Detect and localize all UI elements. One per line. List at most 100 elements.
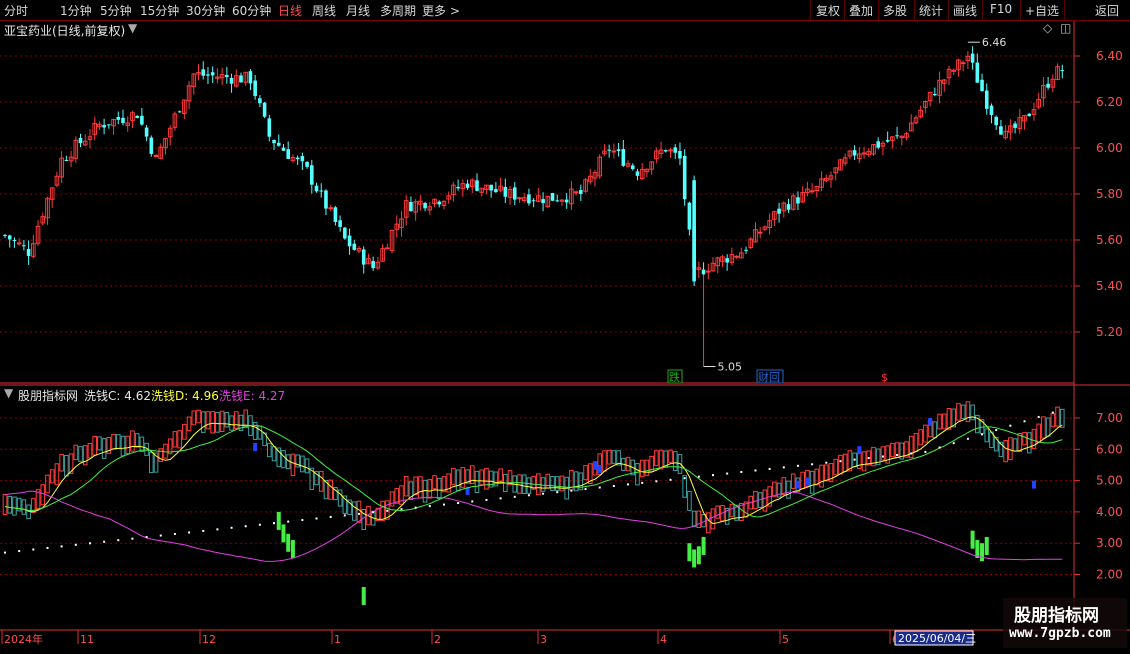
date-label: 2 (434, 633, 441, 646)
candle-body (541, 199, 545, 204)
indicator-bar (64, 455, 69, 477)
draw-line-button[interactable]: 画线 (953, 2, 977, 19)
candle-body (319, 190, 324, 192)
ma-dot (258, 523, 261, 526)
indicator-bar (946, 407, 952, 430)
panel-toggle-icon[interactable]: ◫ (1060, 21, 1071, 35)
ma-dot (556, 491, 559, 494)
candle-body (295, 157, 300, 160)
line-e (4, 490, 1063, 562)
candle-body (324, 190, 328, 209)
diamond-icon[interactable]: ◇ (1043, 21, 1052, 35)
candle-body (550, 193, 555, 201)
tab-multi-period[interactable]: 多周期 (380, 2, 416, 19)
indicator-bar (517, 474, 522, 494)
indicator-bar (474, 470, 480, 494)
indicator-bar (658, 449, 664, 470)
indicator-menu-icon[interactable]: ▼ (4, 386, 13, 400)
tab-fenshi[interactable]: 分时 (4, 2, 28, 19)
indicator-bar (267, 442, 272, 458)
candle-body (744, 249, 748, 251)
ma-dot (244, 525, 247, 528)
ma-dot (995, 429, 998, 432)
tab-1min[interactable]: 1分钟 (60, 2, 92, 19)
indicator-bar (403, 475, 409, 497)
tab-60min[interactable]: 60分钟 (232, 2, 271, 19)
chart-area: 6.40 6.20 6.00 5.80 5.60 5.40 5.20 7.00 6.00 5.00… (0, 21, 1130, 654)
indicator-bar (97, 436, 102, 451)
stats-button[interactable]: 统计 (919, 2, 943, 19)
ma-dot (46, 546, 49, 549)
candle-body (328, 207, 333, 210)
ma-dot (1037, 415, 1040, 418)
indicator-bar (611, 450, 617, 464)
ma-dot (669, 478, 672, 481)
candle-body (555, 200, 560, 202)
kline-chart[interactable]: 6.40 6.20 6.00 5.80 5.60 5.40 5.20 7.00 6.00 5.00… (0, 21, 1130, 650)
candle-body (951, 69, 957, 72)
ma-dot (471, 500, 474, 503)
tab-daily[interactable]: 日线 (278, 2, 302, 19)
frame (0, 21, 1130, 650)
indicator-bar (1055, 406, 1060, 427)
ma-dot (173, 532, 176, 535)
candle-body (984, 90, 989, 109)
ma-dot (230, 526, 233, 529)
multi-stock-button[interactable]: 多股 (883, 2, 907, 19)
candle-body (607, 149, 611, 151)
candle-body (206, 74, 210, 76)
event-tag: 跌 (669, 370, 680, 384)
indicator-bar (427, 479, 433, 499)
tab-5min[interactable]: 5分钟 (100, 2, 132, 19)
indicator-c-value: 4.62 (124, 389, 151, 403)
ma-dot (202, 529, 205, 532)
ma-dot (499, 497, 502, 500)
ma-dot (145, 536, 148, 539)
candle-body (177, 111, 182, 113)
indicator-bar (573, 471, 579, 492)
candle-body (267, 118, 272, 137)
indicator-bar (545, 473, 551, 489)
candle-body (1013, 123, 1017, 128)
chevron-down-icon[interactable]: ▼ (128, 21, 137, 35)
ma-dot (88, 542, 91, 545)
ma-dot (853, 458, 856, 461)
ma-dot (74, 543, 77, 546)
candle-body (573, 191, 579, 194)
tab-monthly[interactable]: 月线 (346, 2, 370, 19)
ma-dot (103, 540, 106, 543)
date-label: 5 (782, 633, 789, 646)
f10-button[interactable]: F10 (990, 2, 1012, 16)
ma-dot (457, 502, 460, 505)
ma-dot (981, 433, 984, 436)
candle-body (225, 74, 229, 78)
add-favorite-button[interactable]: +自选 (1025, 2, 1059, 19)
candle-body (734, 255, 739, 258)
tab-30min[interactable]: 30分钟 (186, 2, 225, 19)
indicator-bar (451, 467, 456, 486)
indicator-bar (729, 503, 735, 517)
tab-15min[interactable]: 15分钟 (140, 2, 179, 19)
indicator-bar (691, 510, 697, 528)
indicator-bar (186, 416, 192, 432)
overlay-button[interactable]: 叠加 (849, 2, 873, 19)
indicator-bar (842, 453, 848, 472)
candle-body (456, 186, 460, 189)
indicator-bar (45, 474, 50, 494)
indicator-bar (762, 489, 768, 512)
indicator-bar (290, 453, 296, 476)
candle-body (201, 69, 206, 76)
ma-dot (301, 519, 304, 522)
candle-body (361, 249, 366, 265)
indicator-bar (639, 459, 645, 478)
candle-body (682, 155, 687, 200)
fuquan-button[interactable]: 复权 (816, 2, 840, 19)
candle-body (64, 159, 69, 161)
tab-more[interactable]: 更多 > (422, 2, 460, 19)
indicator-green-block (692, 549, 697, 568)
indicator-e-value: 4.27 (258, 389, 286, 403)
price-tick-label: 6.40 (1096, 49, 1123, 63)
date-label: 3 (540, 633, 547, 646)
tab-weekly[interactable]: 周线 (312, 2, 336, 19)
back-button[interactable]: 返回 (1095, 2, 1119, 19)
